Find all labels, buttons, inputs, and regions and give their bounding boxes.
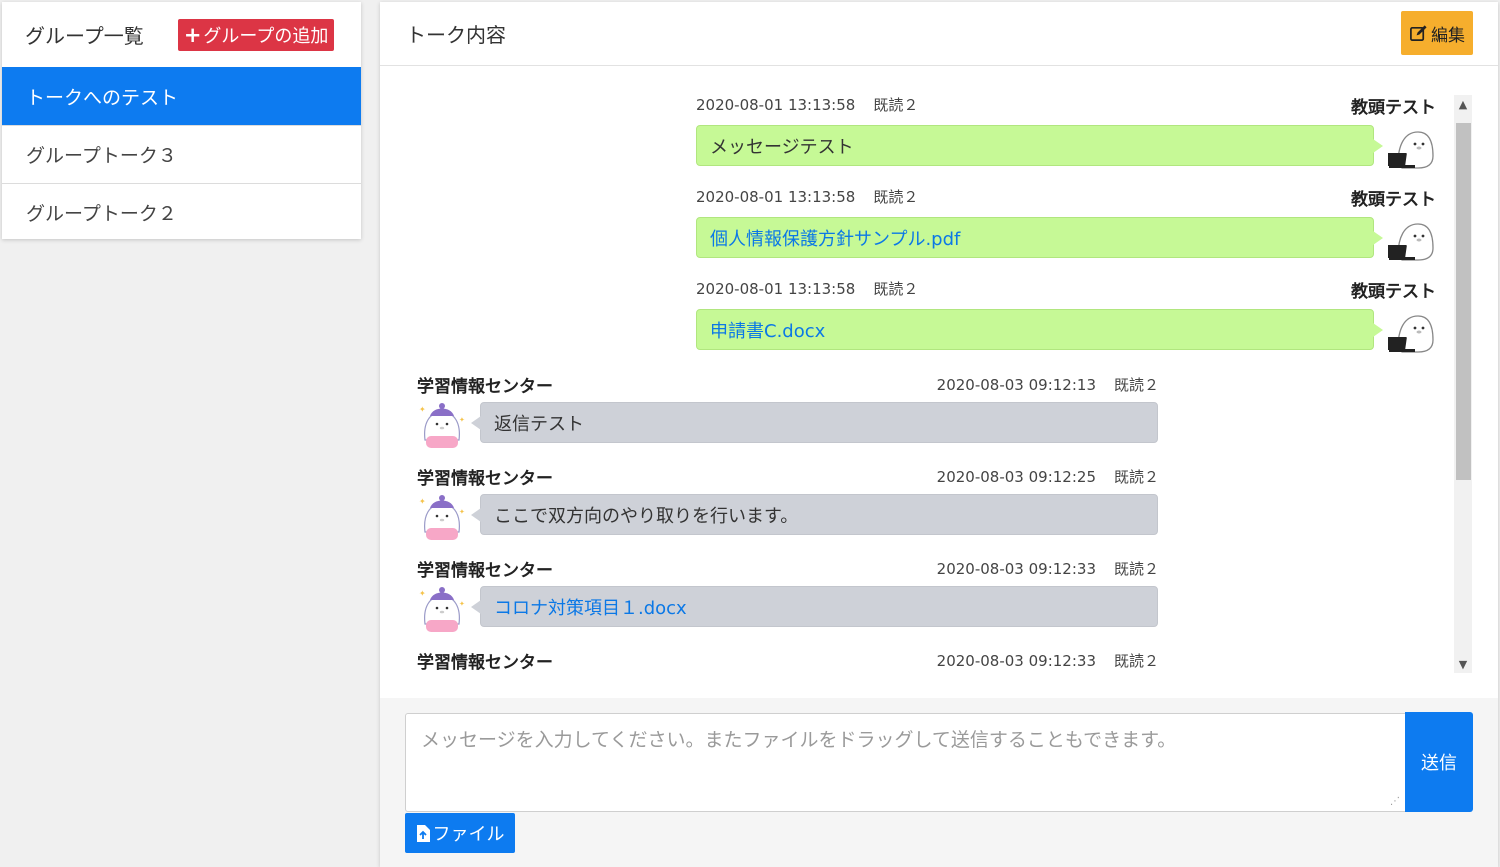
group-item-label: トークへのテスト [26, 86, 179, 109]
read-status: 既読２ [873, 280, 919, 298]
talk-panel: トーク内容 編集 2020-08-01 13:13:58 既読２ 教頭テスト メッ… [380, 2, 1498, 867]
scroll-down-arrow-icon[interactable]: ▼ [1454, 655, 1472, 673]
message-text: ここで双方向のやり取りを行います。 [494, 505, 799, 527]
message-bubble: 申請書C.docx [696, 309, 1383, 350]
message-bubble: ここで双方向のやり取りを行います。 [471, 494, 1158, 535]
message-other: 学習情報センター 2020-08-03 09:12:33 既読２ [417, 648, 1162, 698]
svg-text:✦: ✦ [459, 600, 465, 608]
read-status: 既読２ [1113, 652, 1159, 670]
message-self: 2020-08-01 13:13:58 既読２ 教頭テスト メッセージテスト [696, 68, 1438, 169]
seal-beanie-avatar-icon: ✦✦ [419, 587, 465, 632]
message-timestamp: 2020-08-03 09:12:33 [936, 560, 1096, 578]
message-sender: 教頭テスト [1351, 190, 1436, 210]
message-text: メッセージテスト [710, 136, 854, 158]
message-self: 2020-08-01 13:13:58 既読２ 教頭テスト 個人情報保護方針サンプ… [696, 160, 1438, 261]
add-group-label: グループの追加 [203, 25, 329, 47]
file-link[interactable]: コロナ対策項目１.docx [494, 594, 687, 620]
scrollbar-thumb[interactable] [1456, 123, 1471, 480]
message-meta: 2020-08-01 13:13:58 既読２ [696, 186, 918, 207]
message-bubble: 返信テスト [471, 402, 1158, 443]
message-meta: 2020-08-03 09:12:25 既読２ [937, 466, 1159, 487]
svg-text:✦: ✦ [419, 405, 426, 414]
message-composer: ⋰ 送信 ファイル [380, 698, 1498, 867]
file-button-label: ファイル [432, 824, 505, 845]
group-item-group-talk-2[interactable]: グループトーク２ [2, 183, 361, 241]
message-meta: 2020-08-03 09:12:33 既読２ [937, 650, 1159, 671]
message-timestamp: 2020-08-01 13:13:58 [696, 188, 856, 206]
message-other: 学習情報センター 2020-08-03 09:12:13 既読２ ✦ ✦ 返信テスト [417, 372, 1162, 462]
message-sender: 教頭テスト [1351, 282, 1436, 302]
read-status: 既読２ [1113, 468, 1159, 486]
message-sender: 教頭テスト [1351, 98, 1436, 118]
group-list-header: グループ一覧 + グループの追加 [2, 2, 361, 67]
svg-text:✦: ✦ [459, 416, 465, 424]
plus-icon: + [183, 22, 202, 47]
group-item-label: グループトーク３ [26, 145, 177, 167]
file-button[interactable]: ファイル [405, 813, 515, 853]
message-scrollbar[interactable]: ▲ ▼ [1454, 95, 1472, 673]
read-status: 既読２ [873, 188, 919, 206]
read-status: 既読２ [1113, 560, 1159, 578]
message-sender: 学習情報センター [417, 653, 553, 673]
send-button[interactable]: 送信 [1405, 712, 1473, 812]
group-list-panel: グループ一覧 + グループの追加 トークへのテスト グループトーク３ グループト… [2, 2, 361, 239]
svg-text:✦: ✦ [419, 589, 426, 598]
message-timestamp: 2020-08-03 09:12:13 [936, 376, 1096, 394]
message-meta: 2020-08-01 13:13:58 既読２ [696, 278, 918, 299]
message-sender: 学習情報センター [417, 561, 553, 581]
message-timestamp: 2020-08-01 13:13:58 [696, 280, 856, 298]
message-text: 返信テスト [494, 413, 584, 435]
talk-header: トーク内容 編集 [380, 2, 1498, 66]
message-sender: 学習情報センター [417, 469, 553, 489]
message-other: 学習情報センター 2020-08-03 09:12:25 既読２ ✦ ✦ ここで双方… [417, 464, 1162, 554]
group-item-talk-test[interactable]: トークへのテスト [2, 67, 361, 125]
message-other: 学習情報センター 2020-08-03 09:12:33 既読２ ✦ ✦ コロナ対策… [417, 556, 1162, 646]
read-status: 既読２ [873, 96, 919, 114]
seal-beanie-avatar-icon: ✦✦ [419, 495, 465, 540]
message-meta: 2020-08-03 09:12:13 既読２ [937, 374, 1159, 395]
svg-text:✦: ✦ [419, 497, 426, 506]
message-timestamp: 2020-08-03 09:12:25 [936, 468, 1096, 486]
message-bubble: コロナ対策項目１.docx [471, 586, 1158, 627]
message-timestamp: 2020-08-01 13:13:58 [696, 96, 856, 114]
file-upload-icon [416, 824, 430, 842]
edit-label: 編集 [1431, 25, 1465, 46]
message-meta: 2020-08-01 13:13:58 既読２ [696, 94, 918, 115]
group-item-group-talk-3[interactable]: グループトーク３ [2, 125, 361, 183]
add-group-button[interactable]: + グループの追加 [177, 18, 335, 51]
message-list[interactable]: 2020-08-01 13:13:58 既読２ 教頭テスト メッセージテスト 20… [380, 68, 1498, 698]
message-self: 2020-08-01 13:13:58 既読２ 教頭テスト 申請書C.docx [696, 252, 1438, 353]
edit-button[interactable]: 編集 [1401, 11, 1473, 55]
file-link[interactable]: 個人情報保護方針サンプル.pdf [710, 225, 960, 251]
message-meta: 2020-08-03 09:12:33 既読２ [937, 558, 1159, 579]
read-status: 既読２ [1113, 376, 1159, 394]
seal-beanie-avatar-icon: ✦✦ [419, 403, 465, 448]
message-sender: 学習情報センター [417, 377, 553, 397]
svg-text:✦: ✦ [459, 508, 465, 516]
scroll-up-arrow-icon[interactable]: ▲ [1454, 95, 1472, 113]
message-input[interactable] [405, 713, 1408, 812]
file-link[interactable]: 申請書C.docx [710, 317, 825, 343]
resize-grip-icon[interactable]: ⋰ [1390, 796, 1400, 807]
message-timestamp: 2020-08-03 09:12:33 [936, 652, 1096, 670]
talk-title: トーク内容 [406, 23, 506, 47]
group-item-label: グループトーク２ [26, 203, 177, 225]
seal-laptop-avatar-icon [1388, 315, 1434, 353]
group-list-title: グループ一覧 [25, 24, 144, 48]
edit-icon [1410, 24, 1427, 41]
